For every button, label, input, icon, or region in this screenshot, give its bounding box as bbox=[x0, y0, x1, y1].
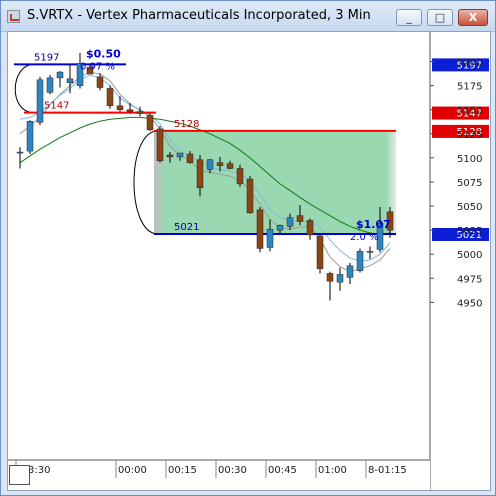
y-tick-label: 5175 bbox=[457, 82, 482, 93]
plot-background bbox=[8, 32, 430, 460]
x-tick-label: 01:00 bbox=[318, 465, 347, 476]
candle-body[interactable] bbox=[66, 78, 74, 83]
candle-body[interactable] bbox=[366, 251, 374, 253]
candle-body[interactable] bbox=[266, 228, 274, 248]
candle-body[interactable] bbox=[226, 163, 234, 169]
price-chart[interactable]: 51975197514751475128512850215021$0.500.9… bbox=[8, 32, 490, 490]
y-tick-label: 5000 bbox=[457, 250, 482, 261]
x-tick-label: 8-01:15 bbox=[368, 465, 407, 476]
candle-body[interactable] bbox=[16, 151, 24, 154]
candle-body[interactable] bbox=[206, 159, 214, 170]
candle-body[interactable] bbox=[256, 209, 264, 249]
maximize-button[interactable]: □ bbox=[427, 9, 453, 26]
candle-body[interactable] bbox=[136, 111, 144, 114]
candle-body[interactable] bbox=[46, 77, 54, 93]
candle-body[interactable] bbox=[326, 273, 334, 282]
close-button[interactable]: X bbox=[458, 9, 488, 26]
candle-body[interactable] bbox=[236, 168, 244, 185]
y-tick-label: 5075 bbox=[457, 178, 482, 189]
candle-body[interactable] bbox=[126, 109, 134, 112]
annotation-amount: $1.07 bbox=[356, 218, 391, 231]
candle-body[interactable] bbox=[106, 88, 114, 107]
candle-body[interactable] bbox=[276, 225, 284, 231]
candle-body[interactable] bbox=[156, 128, 164, 162]
minimize-button[interactable]: _ bbox=[396, 9, 422, 26]
y-tick-label: 5025 bbox=[457, 226, 482, 237]
candle-body[interactable] bbox=[296, 215, 304, 222]
candle-body[interactable] bbox=[146, 115, 154, 131]
y-tick-label: 5125 bbox=[457, 130, 482, 141]
level-label-5021: 5021 bbox=[174, 222, 199, 233]
chart-area[interactable]: 5197 5197 5147 5147 5128 5128 5021 5021 $0.50 0.9… bbox=[7, 31, 491, 491]
x-tick-label: 00:45 bbox=[268, 465, 297, 476]
window-title: S.VRTX - Vertex Pharmaceuticals Incorpor… bbox=[27, 8, 371, 23]
candle-body[interactable] bbox=[96, 76, 104, 88]
x-tick-label: 00:00 bbox=[118, 465, 147, 476]
candle-body[interactable] bbox=[196, 159, 204, 188]
chart-window: S.VRTX - Vertex Pharmaceuticals Incorpor… bbox=[0, 0, 496, 496]
x-tick-label: 00:30 bbox=[218, 465, 247, 476]
candle-body[interactable] bbox=[246, 178, 254, 214]
candle-body[interactable] bbox=[166, 154, 174, 158]
corner-checkbox[interactable] bbox=[9, 465, 30, 485]
candle-body[interactable] bbox=[336, 274, 344, 283]
candle-body[interactable] bbox=[306, 220, 314, 236]
candle-body[interactable] bbox=[286, 217, 294, 227]
candle-body[interactable] bbox=[356, 251, 364, 271]
level-label-5128: 5128 bbox=[174, 119, 199, 130]
x-tick-label: 00:15 bbox=[168, 465, 197, 476]
level-label-5197: 5197 bbox=[34, 52, 59, 63]
y-tick-label: 4975 bbox=[457, 274, 482, 285]
candle-body[interactable] bbox=[186, 153, 194, 163]
candle-body[interactable] bbox=[56, 71, 64, 79]
candle-body[interactable] bbox=[316, 235, 324, 269]
level-label-5147: 5147 bbox=[44, 101, 69, 112]
y-tick-label: 4950 bbox=[457, 298, 482, 309]
candle-body[interactable] bbox=[346, 265, 354, 278]
annotation-percent: 0.97 % bbox=[80, 62, 115, 73]
candle-body[interactable] bbox=[26, 120, 34, 152]
annotation-percent: 2.0 % bbox=[350, 232, 379, 243]
candle-body[interactable] bbox=[216, 162, 224, 166]
candle-body[interactable] bbox=[176, 152, 184, 158]
y-tick-label: 5200 bbox=[457, 58, 482, 69]
candle-body[interactable] bbox=[36, 79, 44, 123]
title-bar[interactable]: S.VRTX - Vertex Pharmaceuticals Incorpor… bbox=[1, 1, 495, 32]
candle-body[interactable] bbox=[116, 105, 124, 110]
y-tick-label: 5150 bbox=[457, 106, 482, 117]
y-tick-label: 5100 bbox=[457, 154, 482, 165]
y-tick-label: 5050 bbox=[457, 202, 482, 213]
annotation-amount: $0.50 bbox=[86, 48, 121, 61]
chart-app-icon bbox=[7, 10, 20, 23]
